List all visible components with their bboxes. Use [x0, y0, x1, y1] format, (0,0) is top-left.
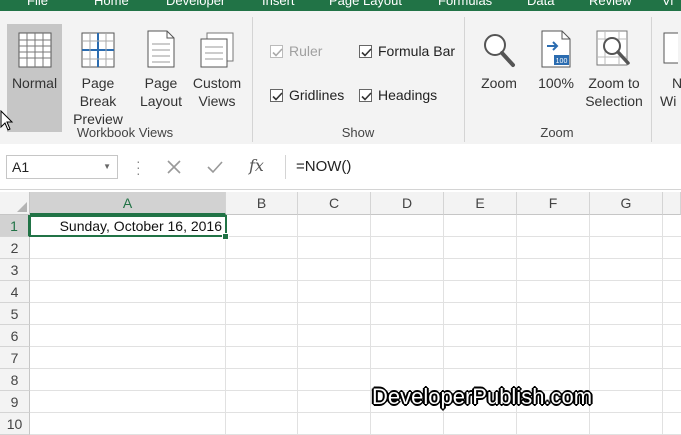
formula-bar-label: Formula Bar [378, 43, 456, 59]
select-all-corner[interactable] [0, 192, 30, 215]
group-separator [252, 17, 253, 142]
row-header-7[interactable]: 7 [0, 347, 30, 369]
cell-a1-value: Sunday, October 16, 2016 [59, 218, 222, 234]
normal-view-button[interactable]: Normal [7, 24, 62, 132]
formula-input[interactable]: =NOW() [285, 155, 681, 179]
column-header-b[interactable]: B [226, 192, 298, 215]
ribbon-tab-bar: File Home Developer Insert Page Layout F… [0, 0, 681, 11]
custom-views-icon [190, 24, 244, 68]
custom-views-label-2: Views [198, 93, 236, 109]
row-header-9[interactable]: 9 [0, 391, 30, 413]
ruler-label: Ruler [289, 43, 323, 59]
workbook-views-group-label: Workbook Views [76, 125, 174, 140]
page-layout-icon [137, 24, 185, 68]
row-header-10[interactable]: 10 [0, 413, 30, 435]
ribbon: Normal Page Break Preview Page Layout Cu… [0, 11, 681, 144]
magnifier-icon [475, 24, 523, 68]
headings-check-icon [359, 88, 372, 102]
column-header-d[interactable]: D [371, 192, 444, 215]
new-window-icon [658, 24, 681, 68]
tab-data[interactable]: Data [527, 0, 554, 8]
column-header-h[interactable] [663, 192, 681, 215]
normal-view-icon [7, 24, 62, 68]
tab-review[interactable]: Review [589, 0, 632, 8]
column-header-f[interactable]: F [517, 192, 590, 215]
headings-checkbox[interactable]: Headings [359, 87, 437, 103]
custom-views-label-1: Custom [192, 75, 242, 91]
new-window-label-2: Wi [660, 93, 677, 109]
select-all-triangle-icon [17, 202, 27, 212]
column-header-g[interactable]: G [590, 192, 663, 215]
column-header-e[interactable]: E [444, 192, 517, 215]
group-separator [464, 17, 465, 142]
mouse-cursor-icon [0, 110, 14, 131]
page-break-label-1: Page Break [79, 75, 117, 109]
zoom-100-label: 100% [538, 75, 574, 91]
zoom-button[interactable]: Zoom [475, 24, 523, 132]
page-layout-view-button[interactable]: Page Layout [137, 24, 185, 132]
more-options-icon[interactable]: · · · [136, 154, 141, 180]
custom-views-button[interactable]: Custom Views [190, 24, 244, 132]
column-header-c[interactable]: C [298, 192, 371, 215]
chevron-down-icon[interactable]: ▼ [103, 156, 111, 178]
zoom-100-icon: 100 [532, 24, 580, 68]
cell-a1[interactable]: Sunday, October 16, 2016 [29, 215, 227, 237]
show-group-label: Show [341, 125, 375, 140]
cancel-icon[interactable] [167, 160, 181, 174]
ruler-check-icon [270, 44, 283, 58]
tab-file[interactable]: File [27, 0, 48, 8]
zoom-100-icon-text: 100 [556, 58, 568, 65]
zoom-100-button[interactable]: 100 100% [532, 24, 580, 132]
row-header-6[interactable]: 6 [0, 325, 30, 347]
fill-handle[interactable] [222, 233, 229, 240]
insert-function-icon[interactable]: fx [249, 156, 264, 175]
row-header-2[interactable]: 2 [0, 237, 30, 259]
row-header-4[interactable]: 4 [0, 281, 30, 303]
page-layout-label-2: Layout [139, 93, 183, 109]
page-layout-label-1: Page [144, 75, 178, 91]
gridlines-label: Gridlines [289, 87, 345, 103]
page-break-preview-icon [64, 24, 132, 68]
zoom-to-selection-button[interactable]: Zoom to Selection [584, 24, 644, 132]
group-separator [651, 17, 652, 142]
ruler-checkbox[interactable]: Ruler [270, 43, 322, 59]
formula-bar: A1 ▼ · · · fx =NOW() [0, 144, 681, 190]
tab-formulas[interactable]: Formulas [438, 0, 492, 8]
headings-label: Headings [378, 87, 438, 103]
tab-page-layout[interactable]: Page Layout [329, 0, 402, 8]
formula-buttons: fx [155, 155, 281, 179]
formula-bar-checkbox[interactable]: Formula Bar [359, 43, 455, 59]
row-header-3[interactable]: 3 [0, 259, 30, 281]
gridlines-checkbox[interactable]: Gridlines [270, 87, 344, 103]
zoom-to-selection-label-1: Zoom to [588, 75, 640, 91]
zoom-group-label: Zoom [540, 125, 574, 140]
enter-check-icon[interactable] [207, 160, 223, 174]
gridlines-check-icon [270, 88, 283, 102]
zoom-to-selection-label-2: Selection [585, 93, 643, 109]
tab-home[interactable]: Home [94, 0, 129, 8]
page-break-preview-button[interactable]: Page Break Preview [64, 24, 132, 132]
tab-view[interactable]: Vi [662, 0, 673, 8]
formula-text: =NOW() [296, 158, 352, 175]
new-window-button[interactable]: N Wi [658, 24, 681, 132]
row-header-1[interactable]: 1 [0, 215, 30, 237]
name-box-value: A1 [12, 159, 30, 175]
column-header-a[interactable]: A [30, 192, 226, 215]
row-header-5[interactable]: 5 [0, 303, 30, 325]
normal-label: Normal [11, 75, 58, 91]
row-header-8[interactable]: 8 [0, 369, 30, 391]
tab-developer[interactable]: Developer [166, 0, 225, 8]
zoom-label: Zoom [481, 75, 517, 91]
formula-bar-check-icon [359, 44, 372, 58]
new-window-label-1: N [672, 75, 681, 91]
tab-insert[interactable]: Insert [262, 0, 295, 8]
zoom-to-selection-icon [584, 24, 644, 68]
name-box[interactable]: A1 ▼ [6, 155, 118, 179]
watermark: DeveloperPublish.com [372, 384, 593, 409]
